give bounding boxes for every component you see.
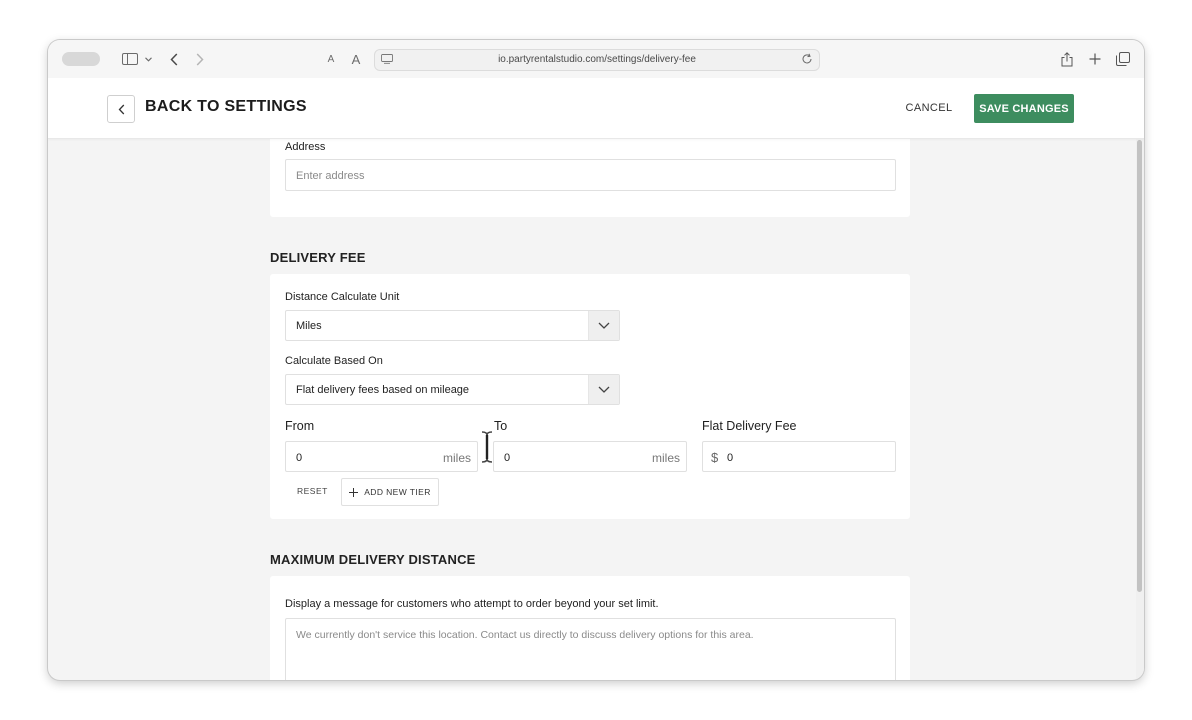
reload-icon[interactable] [801, 53, 813, 65]
page-title[interactable]: BACK TO SETTINGS [145, 98, 307, 116]
address-card: Address Enter address [270, 139, 910, 217]
max-distance-message-placeholder: We currently don't service this location… [296, 629, 754, 641]
window-pill-icon[interactable] [62, 52, 100, 66]
to-value: 0 [504, 452, 511, 464]
add-new-tier-button[interactable]: ADD NEW TIER [341, 478, 439, 506]
browser-toolbar: A A io.partyrentalstudio.com/settings/de… [48, 40, 1144, 79]
browser-back-icon[interactable] [166, 50, 182, 68]
browser-window: A A io.partyrentalstudio.com/settings/de… [48, 40, 1144, 680]
text-larger-button[interactable]: A [348, 50, 364, 68]
settings-content: Address Enter address DELIVERY FEE Dista… [48, 139, 1136, 680]
to-unit: miles [651, 451, 680, 465]
chevron-down-icon[interactable] [588, 311, 619, 340]
address-input[interactable]: Enter address [285, 159, 896, 191]
flat-fee-input[interactable]: $ 0 [702, 441, 896, 472]
text-smaller-button[interactable]: A [324, 51, 338, 67]
to-miles-input[interactable]: 0 miles [493, 441, 687, 472]
sidebar-toggle-icon[interactable] [118, 51, 142, 67]
chevron-left-icon [118, 104, 124, 114]
settings-header: BACK TO SETTINGS CANCEL SAVE CHANGES [48, 78, 1144, 139]
delivery-fee-title: DELIVERY FEE [270, 250, 366, 265]
max-distance-title: MAXIMUM DELIVERY DISTANCE [270, 552, 476, 567]
calculate-basis-label: Calculate Based On [285, 355, 383, 367]
fee-value: 0 [727, 452, 734, 464]
save-changes-button[interactable]: SAVE CHANGES [974, 94, 1074, 123]
max-distance-message-textarea[interactable]: We currently don't service this location… [285, 618, 896, 680]
from-label: From [285, 419, 315, 433]
distance-unit-value: Miles [296, 320, 322, 332]
add-new-tier-label: ADD NEW TIER [364, 487, 431, 497]
new-tab-icon[interactable] [1086, 50, 1104, 68]
from-unit: miles [442, 451, 471, 465]
share-icon[interactable] [1058, 49, 1076, 69]
max-distance-card: Display a message for customers who atte… [270, 576, 910, 680]
from-miles-input[interactable]: 0 miles [285, 441, 478, 472]
text-cursor-icon [480, 430, 494, 464]
scrollbar-thumb[interactable] [1137, 140, 1142, 592]
cancel-button[interactable]: CANCEL [896, 98, 962, 118]
to-label: To [494, 419, 508, 433]
calculate-basis-value: Flat delivery fees based on mileage [296, 384, 470, 396]
plus-icon [349, 487, 359, 497]
chevron-down-icon[interactable] [144, 54, 152, 64]
back-button[interactable] [107, 95, 135, 123]
reset-button[interactable]: RESET [297, 486, 328, 496]
tab-overview-icon[interactable] [1114, 50, 1132, 68]
dollar-icon: $ [711, 450, 719, 465]
address-placeholder: Enter address [296, 170, 365, 182]
calculate-basis-select[interactable]: Flat delivery fees based on mileage [285, 374, 620, 405]
from-value: 0 [296, 452, 303, 464]
browser-forward-icon[interactable] [192, 50, 208, 68]
delivery-fee-card: Distance Calculate Unit Miles Calculate … [270, 274, 910, 519]
address-label: Address [285, 141, 326, 153]
url-text: io.partyrentalstudio.com/settings/delive… [498, 54, 696, 65]
max-distance-message-label: Display a message for customers who atte… [285, 598, 659, 610]
distance-unit-label: Distance Calculate Unit [285, 291, 400, 303]
chevron-down-icon[interactable] [588, 375, 619, 404]
address-bar[interactable]: io.partyrentalstudio.com/settings/delive… [374, 49, 820, 71]
flat-fee-label: Flat Delivery Fee [702, 419, 797, 433]
distance-unit-select[interactable]: Miles [285, 310, 620, 341]
